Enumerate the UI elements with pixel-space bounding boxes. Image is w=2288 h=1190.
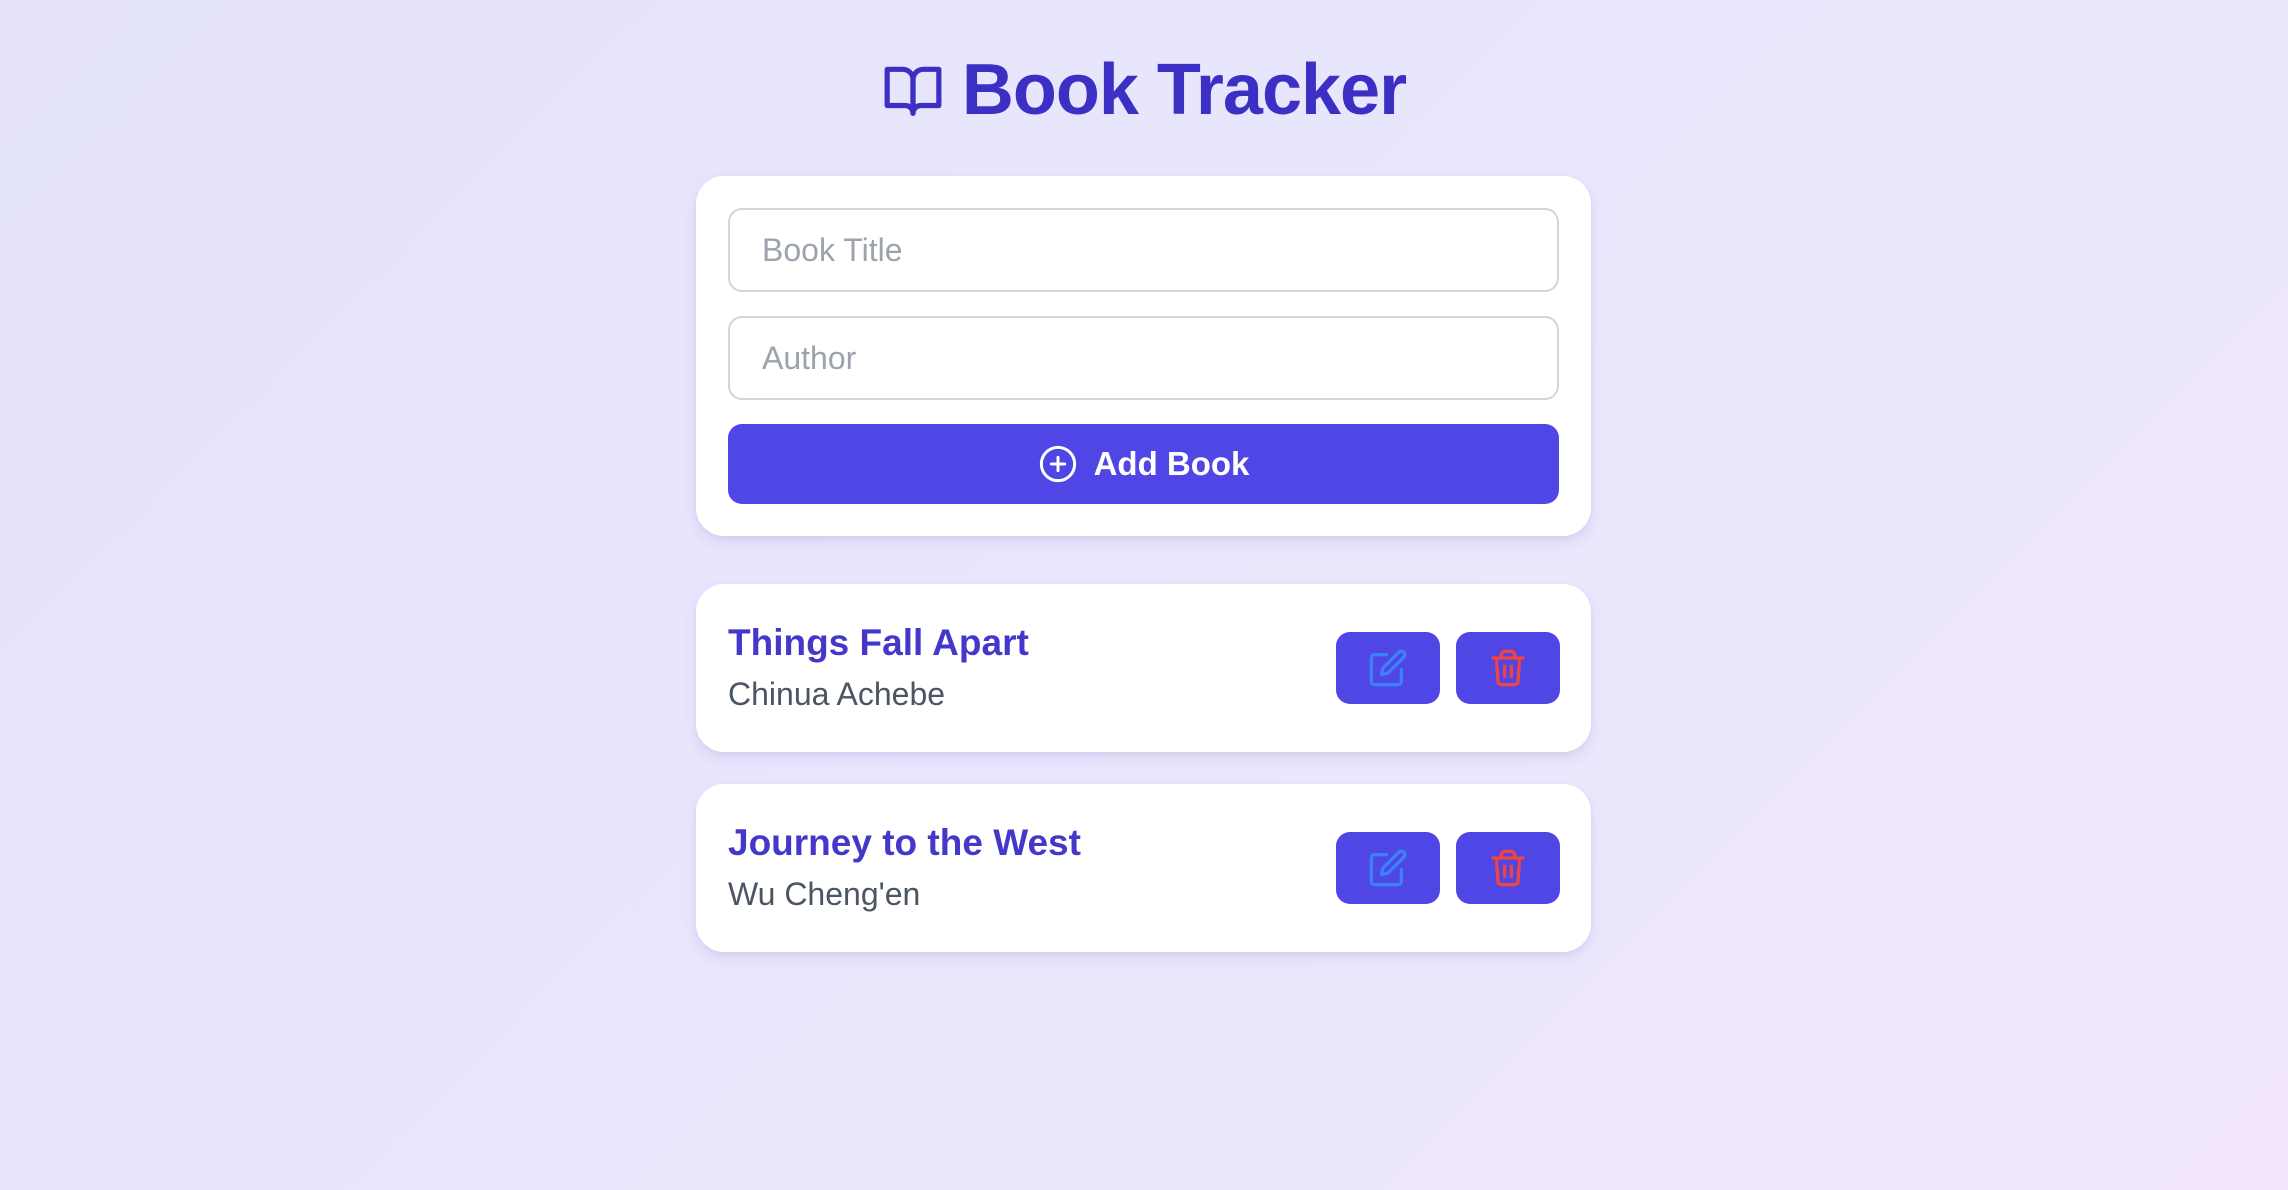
book-author: Wu Cheng'en	[728, 876, 921, 912]
book-title-input[interactable]	[728, 208, 1559, 292]
trash-icon	[1491, 849, 1525, 887]
trash-icon	[1491, 649, 1525, 687]
app-header: Book Tracker	[0, 48, 2288, 132]
edit-book-button[interactable]	[1336, 632, 1440, 704]
book-title: Journey to the West	[728, 822, 1081, 863]
delete-book-button[interactable]	[1456, 632, 1560, 704]
book-card: Things Fall Apart Chinua Achebe	[696, 584, 1591, 752]
book-card: Journey to the West Wu Cheng'en	[696, 784, 1591, 952]
plus-circle-icon	[1038, 444, 1078, 484]
edit-icon	[1369, 649, 1407, 687]
edit-book-button[interactable]	[1336, 832, 1440, 904]
add-book-form: Add Book	[696, 176, 1591, 536]
page-title: Book Tracker	[961, 50, 1407, 130]
book-title: Things Fall Apart	[728, 622, 1029, 663]
edit-icon	[1369, 849, 1407, 887]
author-input[interactable]	[728, 316, 1559, 400]
delete-book-button[interactable]	[1456, 832, 1560, 904]
add-book-button[interactable]: Add Book	[728, 424, 1559, 504]
book-author: Chinua Achebe	[728, 676, 946, 712]
open-book-icon	[882, 59, 944, 121]
add-book-label: Add Book	[1093, 445, 1250, 482]
